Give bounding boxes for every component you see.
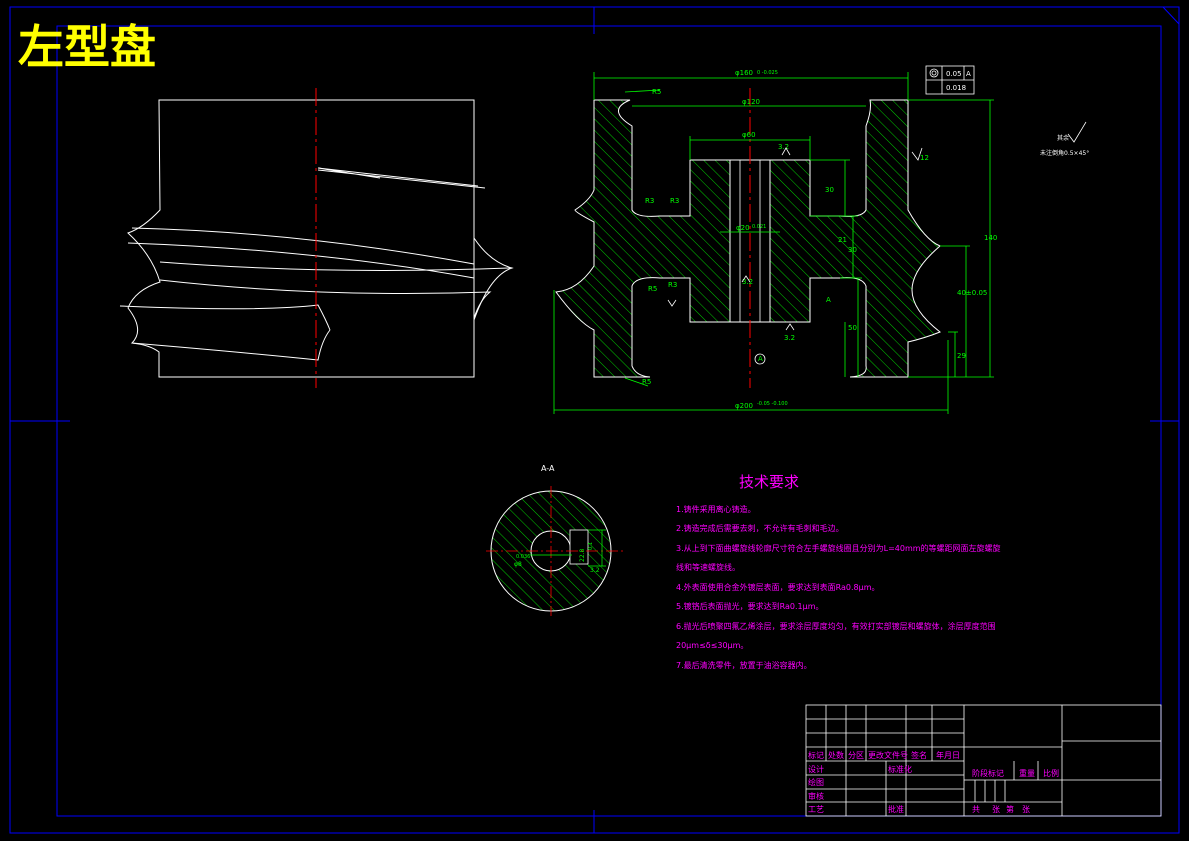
- dim-top-overall-tol: 0 -0.025: [757, 70, 778, 76]
- tech-line-7: 6.抛光后喷聚四氟乙烯涂层，要求涂层厚度均匀，有效打实部镀层和螺旋体，涂层厚度范…: [676, 621, 996, 631]
- tb-zone: 分区: [848, 751, 864, 760]
- datum-circle-a: A: [758, 355, 763, 363]
- dim-d20-tol: 0.021: [752, 224, 766, 230]
- dim-r3-a: R3: [645, 197, 654, 205]
- dim-r3-b: R3: [670, 197, 679, 205]
- roughness-other: 其余: [1057, 134, 1069, 142]
- dim-v21: 21: [838, 236, 847, 244]
- tolerance-row1-datum: A: [966, 70, 971, 78]
- drawing-canvas: 左型盘 φ160 0 -0.025 R5 φ120 φ60 3.2 12 R3 …: [0, 0, 1189, 841]
- tech-line-3: 3.从上到下面曲螺旋线轮廓尺寸符合左手螺旋线圈且分别为L=40mm的等螺距网面左…: [676, 543, 1001, 553]
- dim-top-overall: φ160: [735, 69, 753, 77]
- chamfer-note: 未注倒角0.5×45°: [1040, 149, 1089, 157]
- tb-sheet-total: 共: [972, 805, 980, 814]
- tb-sheet-unit: 张: [992, 805, 1000, 814]
- tech-line-2: 2.铸造完成后需要去刺，不允许有毛刺和毛边。: [676, 523, 844, 533]
- roughness-other-symbol: [1067, 121, 1087, 143]
- section-d-small-tol: 0.036: [516, 554, 530, 560]
- dim-bottom-overall-tol: -0.05 -0.100: [757, 401, 788, 407]
- dim-r3-c: R5: [648, 285, 657, 293]
- dim-d20: φ20: [736, 224, 750, 232]
- section-label: A-A: [541, 464, 555, 473]
- tb-weight: 重量: [1019, 768, 1035, 778]
- tb-doc: 更改文件号: [868, 750, 908, 760]
- dim-d60: φ60: [742, 131, 756, 139]
- tech-line-1: 1.铸件采用离心铸造。: [676, 504, 756, 514]
- tolerance-row2-value: 0.018: [946, 84, 966, 92]
- section-d-small: φ8: [514, 561, 522, 568]
- tech-line-4: 线和等速螺旋线。: [676, 562, 740, 572]
- tb-sheet-no: 第: [1006, 804, 1014, 814]
- dim-v30: 30: [825, 186, 834, 194]
- tb-draw: 绘图: [808, 777, 824, 787]
- title-block: [805, 704, 1162, 817]
- dim-r12: 12: [920, 154, 929, 162]
- tech-line-8: 20μm≤δ≤30μm。: [676, 641, 748, 650]
- tb-check: 审核: [808, 791, 824, 801]
- tech-heading: 技术要求: [739, 473, 799, 491]
- tb-approve: 批准: [888, 804, 904, 814]
- tolerance-row1-value: 0.05: [946, 70, 962, 78]
- dim-r3-d: R3: [668, 281, 677, 289]
- tb-std: 标准化: [888, 764, 912, 774]
- section-dim-width-tol: 0.1: [588, 542, 594, 550]
- tech-lines: 1.铸件采用离心铸造。 2.铸造完成后需要去刺，不允许有毛刺和毛边。 3.从上到…: [676, 504, 1001, 670]
- tb-design: 设计: [808, 764, 824, 774]
- section-dim-width: 22.8: [579, 548, 586, 562]
- dim-v29: 29: [957, 352, 966, 360]
- tb-count: 处数: [828, 750, 844, 760]
- tech-line-5: 4.外表面使用合金外镀层表面，要求达到表面Ra0.8μm。: [676, 582, 880, 592]
- dim-v140: 140: [984, 234, 997, 242]
- dim-r5-top: R5: [652, 88, 661, 96]
- tech-line-6: 5.镀铬后表面抛光，要求达到Ra0.1μm。: [676, 601, 824, 611]
- dim-rough-c: 3.2: [784, 334, 795, 342]
- section-rough: 3.2: [590, 567, 600, 574]
- dim-d120: φ120: [742, 98, 760, 106]
- dim-r5-bottom: R5: [642, 378, 651, 386]
- drawing-title: 左型盘: [18, 20, 156, 74]
- tb-sheet-unit2: 张: [1022, 805, 1030, 814]
- tech-line-9: 7.最后清洗零件，放置于油浴容器内。: [676, 660, 812, 670]
- tb-date: 年月日: [936, 750, 960, 760]
- tb-process: 工艺: [808, 805, 824, 814]
- cad-drawing: 左型盘 φ160 0 -0.025 R5 φ120 φ60 3.2 12 R3 …: [9, 6, 1180, 834]
- dim-v30b: 30: [848, 246, 857, 254]
- tb-scale: 比例: [1043, 768, 1059, 778]
- tb-stage: 阶段标记: [972, 768, 1004, 778]
- dim-bottom-overall: φ200: [735, 402, 753, 410]
- section-view: [555, 99, 941, 378]
- dim-v50: 50: [848, 324, 857, 332]
- tb-sign: 签名: [911, 750, 927, 760]
- dim-v40: 40±0.05: [957, 289, 987, 297]
- datum-label-a: A: [826, 296, 831, 304]
- tb-mark: 标记: [808, 750, 824, 760]
